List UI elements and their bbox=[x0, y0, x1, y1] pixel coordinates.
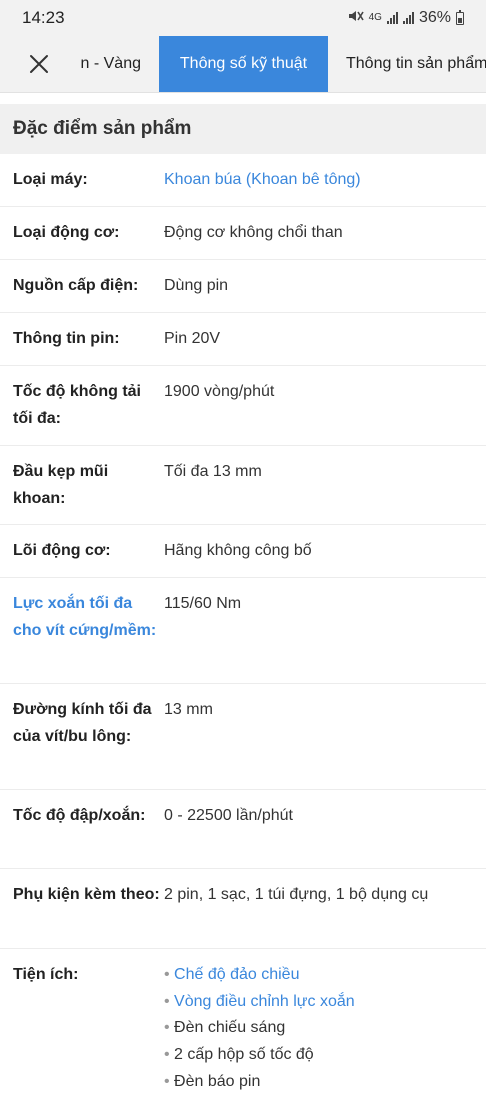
close-icon bbox=[30, 55, 48, 73]
spec-content: Đặc điểm sản phẩm Loại máy: Khoan búa (K… bbox=[0, 104, 486, 1109]
status-time: 14:23 bbox=[22, 8, 65, 27]
spec-value: 0 - 22500 lần/phút bbox=[164, 807, 293, 824]
spec-row: Lực xoắn tối đa cho vít cứng/mềm: 115/60… bbox=[0, 578, 486, 684]
spec-value-list: Chế độ đảo chiều Vòng điều chỉnh lực xoắ… bbox=[164, 962, 473, 1109]
tab-label: Thông tin sản phẩm bbox=[346, 55, 486, 72]
spec-value: Pin 20V bbox=[164, 330, 221, 347]
spec-label: Lõi động cơ: bbox=[13, 542, 111, 559]
spec-row: Tốc độ đập/xoắn: 0 - 22500 lần/phút bbox=[0, 790, 486, 869]
spec-row: Lõi động cơ: Hãng không công bố bbox=[0, 525, 486, 578]
spec-row: Thông tin pin: Pin 20V bbox=[0, 313, 486, 366]
tab-specifications[interactable]: Thông số kỹ thuật bbox=[159, 36, 328, 92]
spec-label: Đầu kẹp mũi khoan: bbox=[13, 463, 109, 507]
spec-value: Tối đa 13 mm bbox=[164, 463, 262, 480]
status-bar: 14:23 4G 36% bbox=[0, 0, 486, 36]
tab-label: Thông số kỹ thuật bbox=[179, 55, 308, 72]
spec-row: Tiện ích: Chế độ đảo chiều Vòng điều chỉ… bbox=[0, 949, 486, 1109]
spec-label: Phụ kiện kèm theo: bbox=[13, 886, 160, 903]
spec-value: 115/60 Nm bbox=[164, 595, 242, 612]
spec-value: Hãng không công bố bbox=[164, 542, 312, 559]
section-title: Đặc điểm sản phẩm bbox=[0, 104, 486, 154]
spec-row: Nguồn cấp điện: Dùng pin bbox=[0, 260, 486, 313]
spec-value: Dùng pin bbox=[164, 277, 229, 294]
spec-label: Tốc độ không tải tối đa: bbox=[13, 383, 141, 427]
spec-label: Tiện ích: bbox=[13, 966, 79, 983]
tab-label: n - Vàng bbox=[80, 55, 141, 72]
spec-value: Động cơ không chổi than bbox=[164, 224, 343, 241]
spec-label: Loại động cơ: bbox=[13, 224, 120, 241]
signal-icon bbox=[386, 12, 398, 24]
list-item-link[interactable]: Chế độ đảo chiều bbox=[164, 962, 473, 989]
tab-variant[interactable]: n - Vàng bbox=[78, 36, 159, 92]
list-item: Đèn chiếu sáng bbox=[164, 1015, 473, 1042]
close-button[interactable] bbox=[0, 36, 78, 92]
spec-label: Thông tin pin: bbox=[13, 330, 120, 347]
spec-row: Tốc độ không tải tối đa: 1900 vòng/phút bbox=[0, 366, 486, 446]
battery-icon bbox=[456, 9, 464, 25]
tab-product-info[interactable]: Thông tin sản phẩm bbox=[346, 36, 486, 92]
spec-row: Phụ kiện kèm theo: 2 pin, 1 sạc, 1 túi đ… bbox=[0, 869, 486, 949]
spec-row: Đường kính tối đa của vít/bu lông: 13 mm bbox=[0, 684, 486, 790]
signal-icon bbox=[402, 12, 414, 24]
spec-row: Đầu kẹp mũi khoan: Tối đa 13 mm bbox=[0, 446, 486, 525]
feature-list: Chế độ đảo chiều Vòng điều chỉnh lực xoắ… bbox=[164, 962, 473, 1096]
network-type: 4G bbox=[368, 12, 382, 23]
spec-label: Nguồn cấp điện: bbox=[13, 277, 139, 294]
spec-value: 13 mm bbox=[164, 701, 213, 718]
mute-icon bbox=[348, 9, 364, 28]
status-icons: 4G 36% bbox=[348, 9, 464, 28]
spec-value: 2 pin, 1 sạc, 1 túi đựng, 1 bộ dụng cụ bbox=[164, 886, 429, 903]
spec-label-link[interactable]: Lực xoắn tối đa cho vít cứng/mềm: bbox=[13, 591, 164, 683]
spec-label: Tốc độ đập/xoắn: bbox=[13, 807, 146, 824]
spec-value-link[interactable]: Khoan búa (Khoan bê tông) bbox=[164, 167, 473, 206]
spec-value: 1900 vòng/phút bbox=[164, 383, 275, 400]
battery-percent: 36% bbox=[418, 9, 451, 26]
spec-row: Loại động cơ: Động cơ không chổi than bbox=[0, 207, 486, 260]
tab-header: n - Vàng Thông số kỹ thuật Thông tin sản… bbox=[0, 36, 486, 93]
spec-label: Đường kính tối đa của vít/bu lông: bbox=[13, 701, 152, 745]
list-item: Đèn báo pin bbox=[164, 1069, 473, 1096]
spec-row: Loại máy: Khoan búa (Khoan bê tông) bbox=[0, 154, 486, 207]
list-item: 2 cấp hộp số tốc độ bbox=[164, 1042, 473, 1069]
list-item-link[interactable]: Vòng điều chỉnh lực xoắn bbox=[164, 989, 473, 1016]
spec-label: Loại máy: bbox=[13, 171, 88, 188]
